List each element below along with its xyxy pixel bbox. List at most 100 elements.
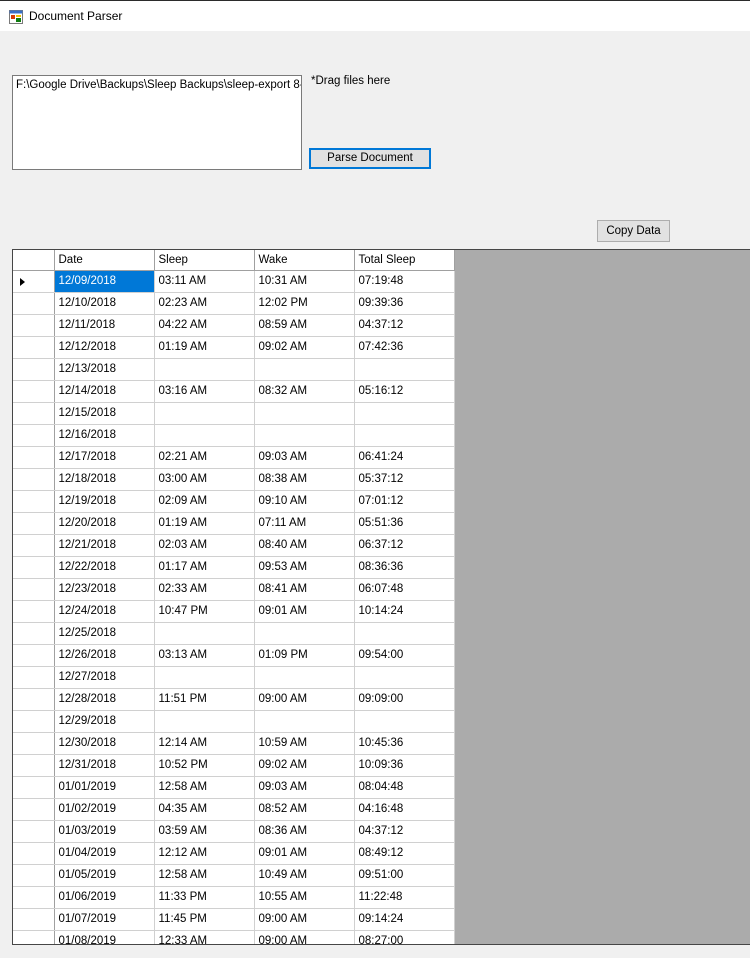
wake-cell[interactable]: 10:55 AM bbox=[254, 886, 355, 909]
table-row[interactable]: 01/07/2019 11:45 PM 09:00 AM 09:14:24 bbox=[13, 908, 455, 931]
sleep-cell[interactable] bbox=[154, 666, 255, 689]
total-sleep-cell[interactable] bbox=[354, 424, 455, 447]
date-cell[interactable]: 12/12/2018 bbox=[54, 336, 155, 359]
date-cell[interactable]: 12/21/2018 bbox=[54, 534, 155, 557]
date-cell[interactable]: 12/18/2018 bbox=[54, 468, 155, 491]
sleep-cell[interactable]: 04:22 AM bbox=[154, 314, 255, 337]
sleep-cell[interactable]: 01:19 AM bbox=[154, 336, 255, 359]
wake-cell[interactable]: 01:09 PM bbox=[254, 644, 355, 667]
total-sleep-cell[interactable]: 04:37:12 bbox=[354, 820, 455, 843]
wake-cell[interactable]: 08:41 AM bbox=[254, 578, 355, 601]
total-sleep-cell[interactable]: 05:51:36 bbox=[354, 512, 455, 535]
row-header[interactable] bbox=[13, 292, 55, 315]
table-row[interactable]: 12/24/2018 10:47 PM 09:01 AM 10:14:24 bbox=[13, 600, 455, 623]
date-cell[interactable]: 12/22/2018 bbox=[54, 556, 155, 579]
sleep-cell[interactable] bbox=[154, 402, 255, 425]
sleep-cell[interactable]: 03:00 AM bbox=[154, 468, 255, 491]
sleep-cell[interactable] bbox=[154, 622, 255, 645]
table-row[interactable]: 01/05/2019 12:58 AM 10:49 AM 09:51:00 bbox=[13, 864, 455, 887]
total-sleep-cell[interactable]: 04:37:12 bbox=[354, 314, 455, 337]
wake-cell[interactable]: 08:36 AM bbox=[254, 820, 355, 843]
data-grid[interactable]: Date Sleep Wake Total Sleep 12/09/2018 03… bbox=[12, 249, 750, 945]
date-cell[interactable]: 12/24/2018 bbox=[54, 600, 155, 623]
date-cell[interactable]: 01/02/2019 bbox=[54, 798, 155, 821]
wake-cell[interactable]: 07:11 AM bbox=[254, 512, 355, 535]
table-row[interactable]: 12/19/2018 02:09 AM 09:10 AM 07:01:12 bbox=[13, 490, 455, 513]
sleep-cell[interactable]: 11:33 PM bbox=[154, 886, 255, 909]
sleep-cell[interactable]: 03:11 AM bbox=[154, 270, 255, 293]
row-header[interactable] bbox=[13, 468, 55, 491]
row-header[interactable] bbox=[13, 490, 55, 513]
wake-cell[interactable] bbox=[254, 424, 355, 447]
date-cell[interactable]: 12/15/2018 bbox=[54, 402, 155, 425]
wake-cell[interactable]: 09:03 AM bbox=[254, 446, 355, 469]
date-cell[interactable]: 12/19/2018 bbox=[54, 490, 155, 513]
table-row[interactable]: 12/28/2018 11:51 PM 09:00 AM 09:09:00 bbox=[13, 688, 455, 711]
table-row[interactable]: 12/27/2018 bbox=[13, 666, 455, 689]
sleep-cell[interactable]: 03:16 AM bbox=[154, 380, 255, 403]
date-cell[interactable]: 12/30/2018 bbox=[54, 732, 155, 755]
date-cell[interactable]: 12/17/2018 bbox=[54, 446, 155, 469]
total-sleep-cell[interactable] bbox=[354, 622, 455, 645]
row-header[interactable] bbox=[13, 578, 55, 601]
sleep-cell[interactable] bbox=[154, 710, 255, 733]
date-cell[interactable]: 12/29/2018 bbox=[54, 710, 155, 733]
row-header[interactable] bbox=[13, 358, 55, 381]
date-cell[interactable]: 12/14/2018 bbox=[54, 380, 155, 403]
wake-cell[interactable]: 09:00 AM bbox=[254, 688, 355, 711]
sleep-cell[interactable]: 02:33 AM bbox=[154, 578, 255, 601]
total-sleep-cell[interactable]: 07:01:12 bbox=[354, 490, 455, 513]
wake-cell[interactable]: 09:53 AM bbox=[254, 556, 355, 579]
date-cell[interactable]: 12/27/2018 bbox=[54, 666, 155, 689]
wake-cell[interactable] bbox=[254, 710, 355, 733]
total-sleep-cell[interactable] bbox=[354, 666, 455, 689]
table-row[interactable]: 12/15/2018 bbox=[13, 402, 455, 425]
row-header[interactable] bbox=[13, 732, 55, 755]
row-header[interactable] bbox=[13, 512, 55, 535]
wake-cell[interactable]: 08:38 AM bbox=[254, 468, 355, 491]
table-row[interactable]: 12/09/2018 03:11 AM 10:31 AM 07:19:48 bbox=[13, 270, 455, 293]
row-header[interactable] bbox=[13, 908, 55, 931]
table-row[interactable]: 01/02/2019 04:35 AM 08:52 AM 04:16:48 bbox=[13, 798, 455, 821]
row-header[interactable] bbox=[13, 556, 55, 579]
date-cell[interactable]: 12/16/2018 bbox=[54, 424, 155, 447]
wake-cell[interactable]: 09:01 AM bbox=[254, 842, 355, 865]
wake-cell[interactable]: 12:02 PM bbox=[254, 292, 355, 315]
wake-cell[interactable]: 09:03 AM bbox=[254, 776, 355, 799]
column-header-wake[interactable]: Wake bbox=[254, 250, 355, 271]
sleep-cell[interactable]: 10:52 PM bbox=[154, 754, 255, 777]
row-header[interactable] bbox=[13, 820, 55, 843]
row-header[interactable] bbox=[13, 644, 55, 667]
date-cell[interactable]: 12/26/2018 bbox=[54, 644, 155, 667]
row-header[interactable] bbox=[13, 666, 55, 689]
total-sleep-cell[interactable]: 09:54:00 bbox=[354, 644, 455, 667]
date-cell[interactable]: 01/03/2019 bbox=[54, 820, 155, 843]
total-sleep-cell[interactable]: 08:27:00 bbox=[354, 930, 455, 944]
wake-cell[interactable] bbox=[254, 358, 355, 381]
wake-cell[interactable] bbox=[254, 622, 355, 645]
row-header[interactable] bbox=[13, 886, 55, 909]
table-row[interactable]: 01/01/2019 12:58 AM 09:03 AM 08:04:48 bbox=[13, 776, 455, 799]
row-header[interactable] bbox=[13, 710, 55, 733]
table-row[interactable]: 01/06/2019 11:33 PM 10:55 AM 11:22:48 bbox=[13, 886, 455, 909]
total-sleep-cell[interactable]: 06:37:12 bbox=[354, 534, 455, 557]
date-cell[interactable]: 12/13/2018 bbox=[54, 358, 155, 381]
table-row[interactable]: 12/30/2018 12:14 AM 10:59 AM 10:45:36 bbox=[13, 732, 455, 755]
wake-cell[interactable]: 08:52 AM bbox=[254, 798, 355, 821]
total-sleep-cell[interactable] bbox=[354, 402, 455, 425]
sleep-cell[interactable] bbox=[154, 424, 255, 447]
sleep-cell[interactable]: 03:59 AM bbox=[154, 820, 255, 843]
grid-corner-header[interactable] bbox=[13, 250, 55, 271]
total-sleep-cell[interactable]: 08:36:36 bbox=[354, 556, 455, 579]
row-header[interactable] bbox=[13, 842, 55, 865]
total-sleep-cell[interactable]: 04:16:48 bbox=[354, 798, 455, 821]
file-path-textbox[interactable]: F:\Google Drive\Backups\Sleep Backups\sl… bbox=[12, 75, 302, 170]
table-row[interactable]: 01/03/2019 03:59 AM 08:36 AM 04:37:12 bbox=[13, 820, 455, 843]
sleep-cell[interactable]: 02:09 AM bbox=[154, 490, 255, 513]
table-row[interactable]: 12/21/2018 02:03 AM 08:40 AM 06:37:12 bbox=[13, 534, 455, 557]
table-row[interactable]: 01/08/2019 12:33 AM 09:00 AM 08:27:00 bbox=[13, 930, 455, 944]
date-cell[interactable]: 12/23/2018 bbox=[54, 578, 155, 601]
wake-cell[interactable]: 10:31 AM bbox=[254, 270, 355, 293]
wake-cell[interactable]: 09:00 AM bbox=[254, 930, 355, 944]
date-cell[interactable]: 01/04/2019 bbox=[54, 842, 155, 865]
